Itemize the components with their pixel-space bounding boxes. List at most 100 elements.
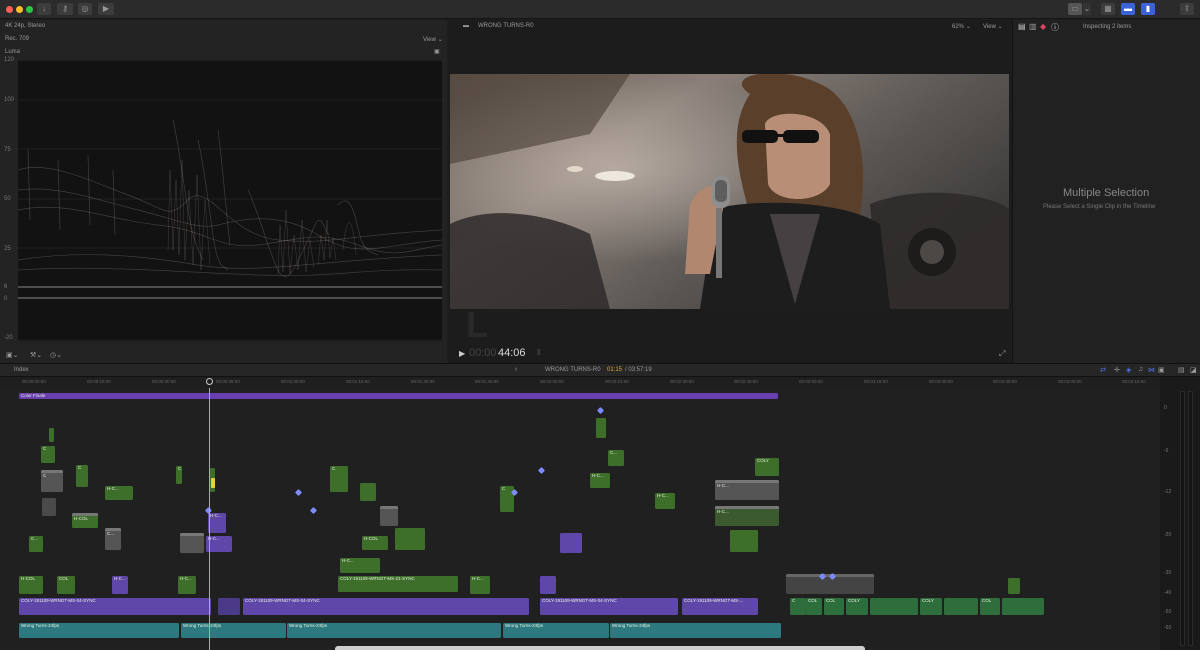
video-frame[interactable]: [450, 74, 1009, 309]
primary-storyline-clip[interactable]: COLY-191109-WRNGT-MS-04-SYNC: [19, 598, 211, 615]
primary-storyline-clip[interactable]: COLY: [920, 598, 942, 615]
scope-settings-icon[interactable]: ▣: [434, 48, 440, 55]
connected-clip[interactable]: C...: [105, 528, 121, 550]
audio-clip[interactable]: Wrong Turns-24fps: [19, 623, 179, 638]
solo-icon[interactable]: ◈: [1126, 366, 1131, 374]
primary-storyline-clip[interactable]: COLY-191109-WRNGT-MS-04-SYNC: [243, 598, 529, 615]
snapping-icon[interactable]: ✛: [1114, 366, 1120, 374]
timeline-tracks[interactable]: Color Finale C C C H-COL H-C... C... C..…: [0, 388, 1160, 650]
connected-clip[interactable]: H-C...: [208, 513, 226, 533]
connected-clip[interactable]: C: [330, 466, 348, 492]
marker[interactable]: [309, 506, 318, 515]
skimming-icon[interactable]: ⇄: [1100, 366, 1106, 374]
audio-meter-handle[interactable]: ‖: [537, 348, 540, 357]
playhead-marker[interactable]: [211, 478, 215, 488]
headphones-icon[interactable]: ♫: [1138, 366, 1143, 373]
inspector-audio-tab[interactable]: ▥: [1029, 22, 1037, 31]
audio-clip[interactable]: Wrong Turns-24fps: [503, 623, 609, 638]
workspace-menu-button[interactable]: ⌄: [1083, 3, 1091, 15]
primary-storyline-clip[interactable]: C: [790, 598, 806, 615]
connected-clip[interactable]: H-COL: [19, 576, 43, 594]
primary-storyline-clip[interactable]: COL: [980, 598, 1000, 615]
connected-clip[interactable]: H-C...: [112, 576, 128, 594]
connected-clip[interactable]: H-C...: [178, 576, 196, 594]
playhead[interactable]: [209, 388, 210, 650]
tool-select-button[interactable]: ⚒⌄: [30, 351, 42, 359]
speed-button[interactable]: ◷⌄: [50, 351, 62, 359]
connected-clip[interactable]: C...: [608, 450, 624, 466]
adjustment-clip[interactable]: Color Finale: [19, 393, 778, 399]
keywords-button[interactable]: ⚷: [57, 3, 73, 15]
import-button[interactable]: ↓: [37, 3, 51, 15]
primary-storyline-clip[interactable]: COLY-191109-WRNGT-MS-...: [682, 598, 758, 615]
snapping-toggle-icon[interactable]: ⋈: [1148, 366, 1155, 374]
viewer-view-menu[interactable]: View ⌄: [983, 23, 1003, 30]
timeline-ruler[interactable]: 00:00:00:00 00:00:15:00 00:00:30:00 00:0…: [0, 377, 1160, 388]
connected-clip[interactable]: [540, 576, 556, 594]
connected-clip[interactable]: C: [41, 446, 55, 463]
connected-clip[interactable]: H-C...: [590, 473, 610, 488]
connected-clip[interactable]: H-C...: [470, 576, 490, 594]
connected-clip[interactable]: C...: [29, 536, 43, 552]
connected-clip[interactable]: H-C...: [340, 558, 380, 573]
connected-clip[interactable]: COLY: [755, 458, 779, 476]
connected-clip[interactable]: [596, 418, 606, 438]
connected-clip[interactable]: H-C...: [105, 486, 133, 500]
audio-clip[interactable]: Wrong Turns-24fps: [181, 623, 286, 638]
primary-storyline-clip[interactable]: COLY: [846, 598, 868, 615]
inspector-video-tab[interactable]: ▤: [1018, 22, 1026, 31]
connected-clip[interactable]: [730, 530, 758, 552]
connected-clip[interactable]: [360, 483, 376, 501]
transitions-browser-icon[interactable]: ◪: [1190, 366, 1197, 374]
connected-clip[interactable]: [1008, 578, 1020, 594]
connected-clip[interactable]: C: [76, 465, 88, 487]
browser-toggle-button[interactable]: ▦: [1101, 3, 1115, 15]
primary-storyline-clip[interactable]: COL: [824, 598, 844, 615]
timeline-toggle-button[interactable]: ▬: [1121, 3, 1135, 15]
connected-clip[interactable]: [395, 528, 425, 550]
connected-clip[interactable]: H-C...: [715, 480, 779, 500]
timeline-back-button[interactable]: ‹: [515, 366, 517, 373]
connected-clip[interactable]: COLY-191109-WRNGT-MS-21-SYNC: [338, 576, 458, 592]
connected-clip[interactable]: [380, 506, 398, 526]
connected-clip[interactable]: [42, 498, 56, 516]
zoom-menu[interactable]: 62% ⌄: [952, 23, 971, 30]
playhead-head[interactable]: [206, 378, 213, 385]
primary-storyline-clip[interactable]: [870, 598, 918, 615]
primary-storyline-clip[interactable]: COL: [806, 598, 822, 615]
marker[interactable]: [596, 406, 605, 415]
background-tasks-button[interactable]: ◎: [78, 3, 92, 15]
primary-storyline-clip[interactable]: [218, 598, 240, 615]
connected-clip[interactable]: H-C...: [715, 506, 779, 526]
connected-clip[interactable]: H-C...: [655, 493, 675, 509]
connected-clip[interactable]: C: [41, 470, 63, 492]
workspace-toggle-button[interactable]: ▭: [1068, 3, 1082, 15]
effects-browser-icon[interactable]: ▤: [1178, 366, 1185, 374]
close-window-button[interactable]: [6, 6, 13, 13]
timeline-index-button[interactable]: Index: [14, 367, 29, 373]
inspector-toggle-button[interactable]: ▮: [1141, 3, 1155, 15]
minimize-window-button[interactable]: [16, 6, 23, 13]
connected-clip[interactable]: H-COL: [362, 536, 388, 550]
primary-storyline-clip[interactable]: [1002, 598, 1044, 615]
marker[interactable]: [537, 466, 546, 475]
primary-storyline-clip[interactable]: [944, 598, 978, 615]
timecode-display[interactable]: 44:06: [498, 347, 526, 359]
clip-appearance-icon[interactable]: ▣: [1158, 366, 1165, 374]
share-export-button[interactable]: ⇪: [1180, 3, 1194, 15]
connected-clip[interactable]: C: [176, 466, 182, 484]
connected-clip[interactable]: [560, 533, 582, 553]
connected-clip[interactable]: COL: [57, 576, 75, 594]
primary-storyline-clip[interactable]: COLY-191109-WRNGT-MS-04-SYNC: [540, 598, 678, 615]
audio-clip[interactable]: Wrong Turns-24fps: [287, 623, 501, 638]
play-button[interactable]: ▶: [459, 349, 465, 358]
share-button[interactable]: ▶: [98, 3, 114, 15]
zoom-window-button[interactable]: [26, 6, 33, 13]
fullscreen-icon[interactable]: ⤢: [999, 349, 1005, 359]
inspector-color-tab[interactable]: ◆: [1040, 22, 1046, 31]
scope-view-menu[interactable]: View ⌄: [423, 36, 443, 43]
connected-clip[interactable]: [49, 428, 54, 442]
audio-clip[interactable]: Wrong Turns-24fps: [610, 623, 781, 638]
connected-clip[interactable]: [180, 533, 204, 553]
connected-clip[interactable]: H-COL: [72, 513, 98, 528]
